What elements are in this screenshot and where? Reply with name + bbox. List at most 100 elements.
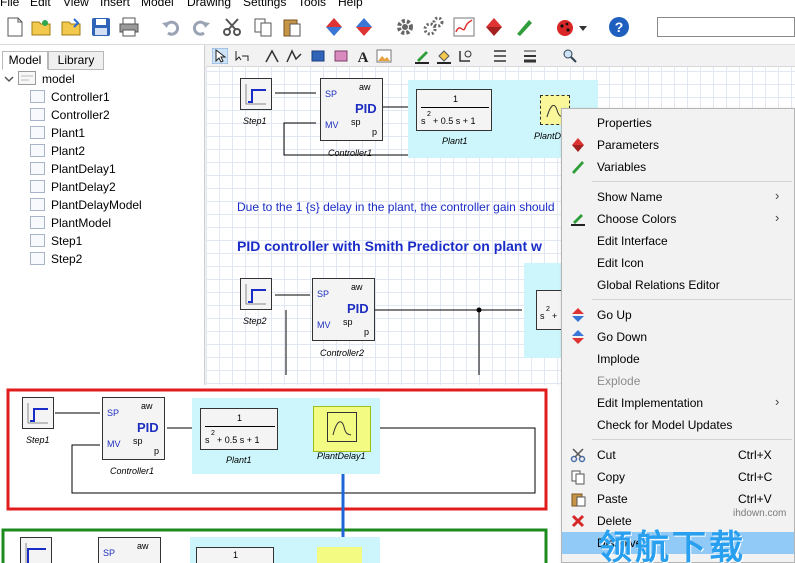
save-icon[interactable] <box>90 16 112 38</box>
tf-fraction-line <box>421 107 489 108</box>
submenu-arrow-icon: › <box>775 210 780 225</box>
pid-label: PID <box>355 101 377 116</box>
plant2-block[interactable]: 1 <box>196 547 274 563</box>
plantdelay1-label: PlantDelay1 <box>317 451 366 461</box>
tf-den-s: s <box>421 116 426 126</box>
tab-library[interactable]: Library <box>48 51 104 70</box>
debug-dropdown-icon[interactable] <box>578 16 588 38</box>
help-icon[interactable]: ? <box>608 16 630 38</box>
tree-item-step1[interactable]: Step1 <box>30 232 200 250</box>
variables-icon[interactable] <box>513 16 535 38</box>
controller1-block[interactable]: SP MV aw PID sp p <box>320 78 383 141</box>
go-up-icon[interactable] <box>323 16 345 38</box>
new-file-icon[interactable] <box>4 16 26 38</box>
step1-label: Step1 <box>26 435 50 445</box>
plot-icon[interactable] <box>453 16 475 38</box>
menu-item-show-name[interactable]: Show Name › <box>562 186 794 208</box>
tree-item-controller1[interactable]: Controller1 <box>30 88 200 106</box>
cut-icon[interactable] <box>221 16 243 38</box>
step1-block[interactable] <box>240 78 272 110</box>
plantdelay1-label: PlantD <box>534 131 562 141</box>
tree-item-plantdelay1[interactable]: PlantDelay1 <box>30 160 200 178</box>
line-weight-icon[interactable] <box>522 48 538 64</box>
settings-gear-icon[interactable] <box>394 16 416 38</box>
menu-insert[interactable]: Insert <box>100 0 130 9</box>
menu-item-properties[interactable]: Properties <box>562 112 794 134</box>
tree-item-plantdelay2[interactable]: PlantDelay2 <box>30 178 200 196</box>
plant1-block[interactable]: 1 s 2 + 0.5 s + 1 <box>200 408 278 450</box>
plant1-block[interactable]: 1 s 2 + 0.5 s + 1 <box>416 89 492 131</box>
image-tool-icon[interactable] <box>376 48 392 64</box>
menu-item-choose-colors[interactable]: Choose Colors › <box>562 208 794 230</box>
menu-drawing[interactable]: Drawing <box>187 0 231 9</box>
tree-item-plantmodel[interactable]: PlantModel <box>30 214 200 232</box>
print-icon[interactable] <box>118 16 140 38</box>
chevron-down-icon[interactable] <box>4 74 14 84</box>
menu-item-check-model-updates[interactable]: Check for Model Updates <box>562 414 794 436</box>
step-icon <box>30 234 45 247</box>
line-tool-icon[interactable] <box>264 48 280 64</box>
ellipse-tool-icon[interactable] <box>333 48 349 64</box>
step1-block[interactable] <box>22 397 54 429</box>
menu-item-edit-interface[interactable]: Edit Interface <box>562 230 794 252</box>
tree-root-model[interactable]: model <box>4 70 204 88</box>
menu-edit[interactable]: Edit <box>30 0 51 9</box>
tree-item-plantdelaymodel[interactable]: PlantDelayModel <box>30 196 200 214</box>
fill-color-icon[interactable] <box>436 48 452 64</box>
controller2-block[interactable]: SP aw <box>98 537 161 563</box>
go-down-icon <box>572 330 584 344</box>
menu-tools[interactable]: Tools <box>298 0 326 9</box>
menu-item-implode[interactable]: Implode <box>562 348 794 370</box>
menu-model[interactable]: Model <box>141 0 174 9</box>
menu-item-global-relations-editor[interactable]: Global Relations Editor <box>562 274 794 296</box>
step2-block[interactable] <box>20 537 52 563</box>
controller2-label: Controller2 <box>320 348 365 358</box>
text-tool-icon[interactable]: A <box>355 48 371 64</box>
menu-item-edit-icon[interactable]: Edit Icon <box>562 252 794 274</box>
submenu-arrow-icon: › <box>775 394 780 409</box>
controller2-block[interactable]: SP MV aw PID sp p <box>312 278 375 341</box>
menu-file[interactable]: File <box>0 0 19 9</box>
line-color-icon[interactable] <box>414 48 430 64</box>
menu-item-variables[interactable]: Variables <box>562 156 794 178</box>
undo-icon[interactable] <box>160 16 182 38</box>
shape-options-icon[interactable] <box>458 48 474 64</box>
zoom-icon[interactable] <box>562 48 578 64</box>
step2-block[interactable] <box>240 278 272 310</box>
gears-icon[interactable] <box>422 16 444 38</box>
arrow-style-icon[interactable] <box>492 48 508 64</box>
controller1-block[interactable]: SP MV aw PID sp p <box>102 397 165 460</box>
connect-tool-icon[interactable] <box>234 48 250 64</box>
tree-item-plant1[interactable]: Plant1 <box>30 124 200 142</box>
search-input[interactable] <box>657 17 795 37</box>
menu-item-go-down[interactable]: Go Down <box>562 326 794 348</box>
menu-item-paste[interactable]: Paste Ctrl+V <box>562 488 794 510</box>
menu-help[interactable]: Help <box>338 0 363 9</box>
menu-item-parameters[interactable]: Parameters <box>562 134 794 156</box>
debug-ladybug-icon[interactable] <box>554 16 576 38</box>
tree-root-label: model <box>42 72 75 86</box>
rectangle-tool-icon[interactable] <box>310 48 326 64</box>
go-down-icon[interactable] <box>353 16 375 38</box>
menu-item-edit-implementation[interactable]: Edit Implementation › <box>562 392 794 414</box>
menu-item-cut[interactable]: Cut Ctrl+X <box>562 444 794 466</box>
open-recent-icon[interactable] <box>60 16 82 38</box>
parameters-icon[interactable] <box>483 16 505 38</box>
submenu-arrow-icon: › <box>775 188 780 203</box>
plantdelay2-block[interactable] <box>317 547 362 563</box>
open-folder-icon[interactable] <box>30 16 52 38</box>
tree-item-controller2[interactable]: Controller2 <box>30 106 200 124</box>
menu-settings[interactable]: Settings <box>243 0 286 9</box>
menu-item-copy[interactable]: Copy Ctrl+C <box>562 466 794 488</box>
polyline-tool-icon[interactable] <box>286 48 302 64</box>
menu-view[interactable]: View <box>63 0 89 9</box>
menu-item-go-up[interactable]: Go Up <box>562 304 794 326</box>
tree-item-step2[interactable]: Step2 <box>30 250 200 268</box>
redo-icon[interactable] <box>190 16 212 38</box>
select-arrow-icon[interactable] <box>212 48 228 64</box>
copy-icon[interactable] <box>252 16 274 38</box>
tab-model[interactable]: Model <box>2 51 48 70</box>
tree-item-plant2[interactable]: Plant2 <box>30 142 200 160</box>
paste-icon[interactable] <box>281 16 303 38</box>
plantdelay1-block[interactable] <box>313 406 371 452</box>
